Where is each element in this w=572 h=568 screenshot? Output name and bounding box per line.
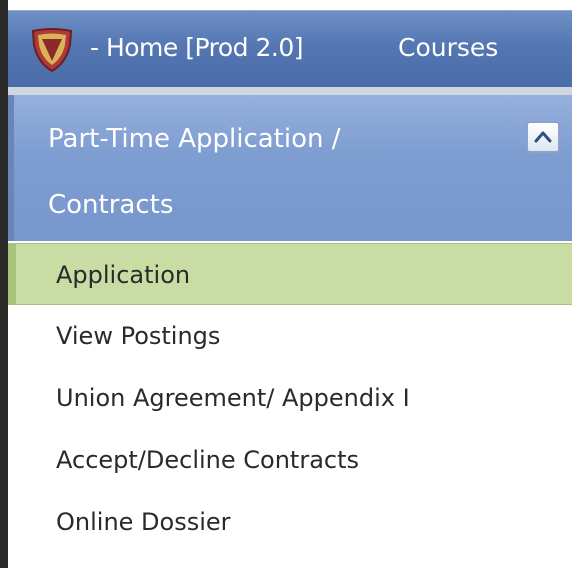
menu-item-union-agreement[interactable]: Union Agreement/ Appendix I [8, 367, 572, 429]
home-link[interactable]: - Home [Prod 2.0] [90, 33, 303, 63]
menu-item-label: View Postings [56, 322, 221, 350]
menu-item-online-dossier[interactable]: Online Dossier [8, 491, 572, 553]
menu-item-view-postings[interactable]: View Postings [8, 305, 572, 367]
section-title-line2: Contracts [48, 190, 174, 220]
menu-item-label: Application [56, 261, 191, 289]
menu-item-application[interactable]: Application [8, 243, 572, 305]
collapse-button[interactable] [526, 121, 560, 153]
divider [8, 87, 572, 95]
section-menu: Application View Postings Union Agreemen… [8, 243, 572, 553]
window-edge [0, 0, 8, 568]
menu-item-label: Accept/Decline Contracts [56, 446, 360, 474]
courses-link[interactable]: Courses [398, 33, 498, 63]
top-nav-bar: - Home [Prod 2.0] Courses [8, 10, 572, 88]
menu-item-label: Union Agreement/ Appendix I [56, 384, 410, 412]
section-header: Part-Time Application / Contracts [8, 95, 572, 241]
chevron-up-icon [534, 131, 552, 143]
shield-logo-icon[interactable] [30, 27, 74, 73]
app-window: - Home [Prod 2.0] Courses Part-Time Appl… [0, 0, 572, 568]
menu-item-accept-decline-contracts[interactable]: Accept/Decline Contracts [8, 429, 572, 491]
menu-item-label: Online Dossier [56, 508, 231, 536]
section-title-line1: Part-Time Application / [48, 124, 341, 154]
